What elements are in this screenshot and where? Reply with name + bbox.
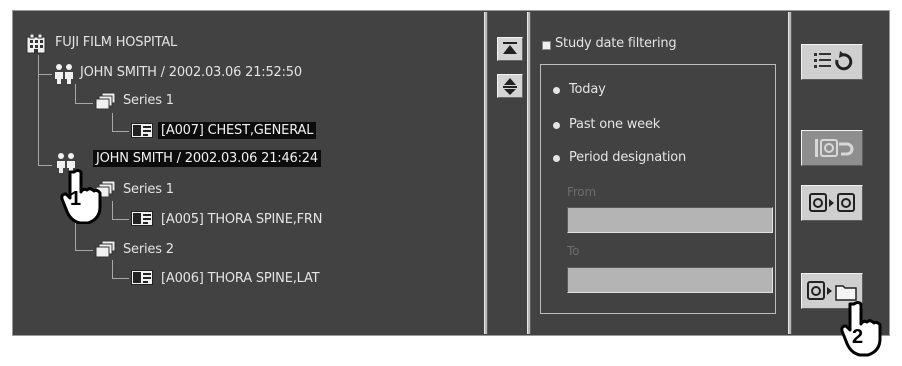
tree-root-label: FUJI FILM HOSPITAL — [55, 35, 178, 50]
radio-label: Today — [569, 82, 606, 97]
refresh-list-button[interactable] — [801, 44, 863, 80]
callout-number: 2 — [852, 326, 864, 348]
radio-dot — [553, 87, 560, 94]
image-thumbnail-icon — [131, 211, 153, 226]
radio-label: Past one week — [569, 117, 661, 132]
from-label: From — [567, 185, 596, 199]
tree-connector — [75, 84, 76, 104]
to-label: To — [567, 244, 580, 258]
tree-connector — [112, 219, 129, 220]
tree-connector — [75, 250, 93, 251]
series-label: Series 1 — [123, 182, 174, 197]
callout-hand-1: 1 — [56, 168, 110, 228]
from-date-field[interactable] — [567, 207, 773, 233]
radio-dot — [553, 122, 560, 129]
image-label: [A005] THORA SPINE,FRN — [161, 212, 323, 227]
series-label: Series 2 — [123, 242, 174, 257]
checkbox-label: Study date filtering — [555, 36, 677, 51]
device-to-device-icon — [809, 193, 855, 212]
checkbox-box — [542, 41, 551, 50]
tree-connector — [112, 278, 129, 279]
panel-divider — [484, 12, 488, 334]
panel-divider — [788, 12, 792, 334]
refresh-list-icon — [814, 51, 853, 71]
device-import-icon — [815, 139, 854, 157]
transfer-to-device-button[interactable] — [801, 185, 863, 221]
scroll-top-button[interactable] — [497, 37, 523, 61]
series-stack-icon — [95, 92, 116, 110]
tree-connector — [38, 165, 52, 166]
scroll-to-top-icon — [503, 42, 517, 54]
callout-hand-2: 2 — [836, 300, 890, 366]
image-thumbnail-icon — [131, 123, 153, 138]
tree-connector — [38, 74, 52, 75]
panel-divider — [527, 12, 531, 334]
tree-connector — [38, 55, 39, 165]
study-label: JOHN SMITH / 2002.03.06 21:52:50 — [80, 65, 302, 80]
tree-connector — [112, 131, 129, 132]
to-date-field[interactable] — [567, 267, 773, 293]
hospital-icon — [26, 34, 46, 54]
tree-connector — [112, 260, 113, 279]
callout-number: 1 — [70, 188, 82, 210]
scroll-step-button[interactable] — [497, 74, 523, 98]
radio-label: Period designation — [569, 150, 687, 165]
import-study-button[interactable] — [801, 130, 863, 166]
tree-connector — [75, 103, 93, 104]
image-label: [A006] THORA SPINE,LAT — [161, 271, 320, 286]
image-thumbnail-icon — [131, 270, 153, 285]
study-label: JOHN SMITH / 2002.03.06 21:46:24 — [93, 150, 321, 167]
pointing-hand-icon — [60, 169, 102, 225]
scroll-up-icon — [503, 78, 517, 95]
image-label: [A007] CHEST,GENERAL — [158, 122, 317, 139]
series-stack-icon — [95, 240, 116, 258]
series-label: Series 1 — [123, 93, 174, 108]
patient-icon — [55, 64, 73, 84]
tree-connector — [112, 201, 113, 220]
radio-dot — [553, 155, 560, 162]
tree-connector — [112, 113, 113, 132]
